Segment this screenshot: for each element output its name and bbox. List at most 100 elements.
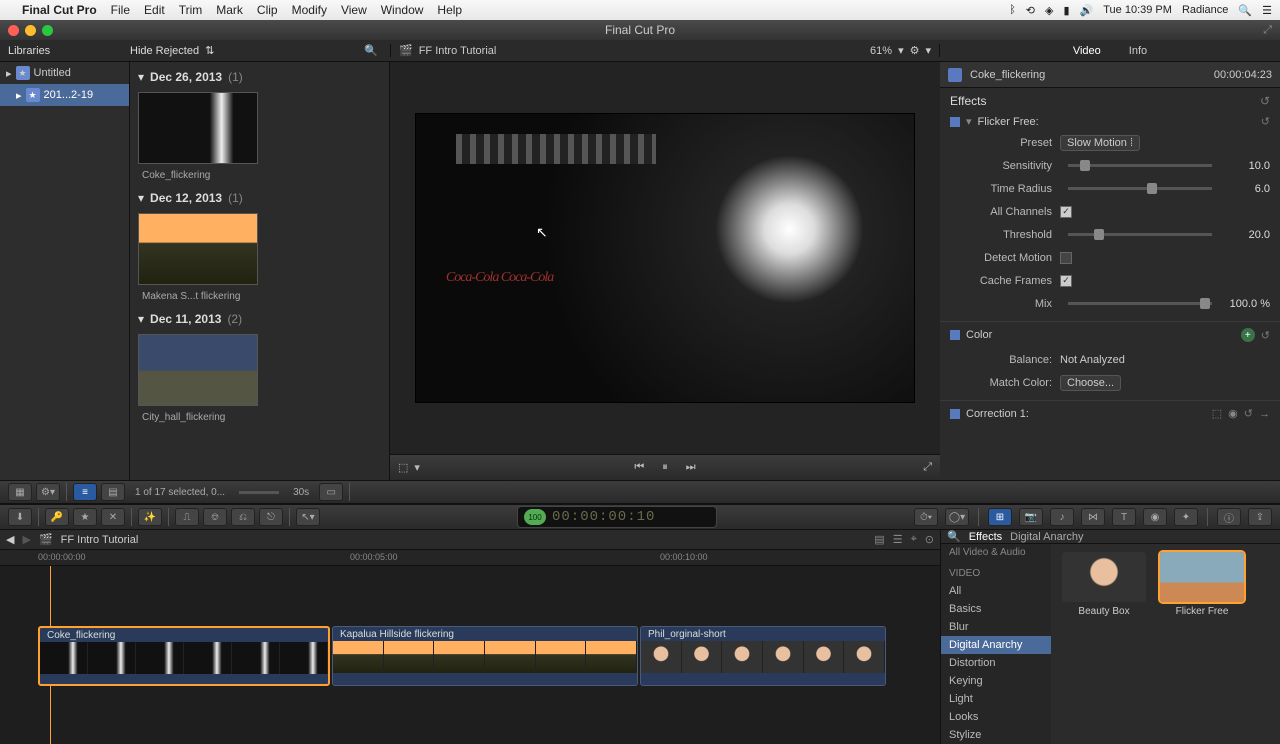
timeline-history-back-icon[interactable]: ◀ <box>6 533 14 546</box>
select-tool-button[interactable]: ↖▾ <box>296 508 320 526</box>
timeline-appearance-icon[interactable]: ☰ <box>893 533 903 546</box>
reset-icon[interactable]: ↺ <box>1244 407 1253 420</box>
filmstrip-view-button[interactable]: ▦ <box>8 483 32 501</box>
transitions-browser-button[interactable]: ⋈ <box>1081 508 1105 526</box>
next-edit-button[interactable]: ⏭ <box>686 461 696 474</box>
disclosure-triangle-icon[interactable]: ▾ <box>966 115 972 128</box>
import-button[interactable]: ⬇ <box>8 508 32 526</box>
effects-category[interactable]: Keying <box>941 672 1051 690</box>
volume-icon[interactable]: 🔊 <box>1080 4 1094 17</box>
timecode-display[interactable]: 100 00:00:00:10 <box>517 506 717 528</box>
connect-clip-button[interactable]: ⎍ <box>175 508 199 526</box>
timeline-clip[interactable]: Kapalua Hillside flickering <box>332 626 638 686</box>
libraries-tab[interactable]: Libraries <box>0 45 130 57</box>
eyedropper-icon[interactable]: ◉ <box>1228 407 1238 420</box>
time-radius-slider[interactable] <box>1068 187 1212 190</box>
effects-category[interactable]: Distortion <box>941 654 1051 672</box>
effect-enable-checkbox[interactable] <box>950 117 960 127</box>
event-item[interactable]: ▸ ★ 201...2-19 <box>0 84 129 106</box>
inspector-tab-video[interactable]: Video <box>1069 43 1105 59</box>
generators-browser-button[interactable]: ◉ <box>1143 508 1167 526</box>
skimming-toggle[interactable]: ▭ <box>319 483 343 501</box>
effects-category[interactable]: Digital Anarchy <box>941 636 1051 654</box>
menu-view[interactable]: View <box>341 3 367 17</box>
reset-icon[interactable]: ↺ <box>1261 115 1270 128</box>
close-window-button[interactable] <box>8 25 19 36</box>
add-correction-button[interactable]: + <box>1241 328 1255 342</box>
match-color-button[interactable]: Choose... <box>1060 375 1121 391</box>
detect-motion-checkbox[interactable] <box>1060 252 1072 264</box>
chevron-down-icon[interactable]: ▾ <box>898 44 904 57</box>
effects-category[interactable]: Looks <box>941 708 1051 726</box>
menu-file[interactable]: File <box>111 3 130 17</box>
correction-enable-checkbox[interactable] <box>950 409 960 419</box>
effects-category[interactable]: Light <box>941 690 1051 708</box>
effect-item[interactable]: Beauty Box <box>1059 552 1149 617</box>
menu-modify[interactable]: Modify <box>292 3 327 17</box>
sensitivity-value[interactable]: 10.0 <box>1220 160 1270 172</box>
threshold-slider[interactable] <box>1068 233 1212 236</box>
disclosure-triangle-icon[interactable]: ▸ <box>16 89 22 102</box>
photos-browser-button[interactable]: 📷 <box>1019 508 1043 526</box>
effects-tab[interactable]: Effects <box>969 531 1002 543</box>
cache-frames-checkbox[interactable]: ✓ <box>1060 275 1072 287</box>
enhance-button[interactable]: ✨ <box>138 508 162 526</box>
reset-icon[interactable]: ↺ <box>1260 94 1270 108</box>
viewer-frame[interactable]: Coca-Cola Coca-Cola ↖ <box>415 113 915 403</box>
viewer-settings-icon[interactable]: ⚙ <box>910 44 920 57</box>
disclosure-triangle-icon[interactable]: ▾ <box>138 70 144 84</box>
effects-browser-button[interactable]: ⊞ <box>988 508 1012 526</box>
reject-button[interactable]: ✕ <box>101 508 125 526</box>
themes-browser-button[interactable]: ✦ <box>1174 508 1198 526</box>
search-icon[interactable]: 🔍 <box>947 530 961 543</box>
retime-button[interactable]: ⏱▾ <box>914 508 938 526</box>
thumbnail-size-slider[interactable] <box>239 491 279 494</box>
go-to-color-board-icon[interactable]: → <box>1259 408 1270 420</box>
zoom-window-button[interactable] <box>42 25 53 36</box>
effects-category[interactable]: Stylize <box>941 726 1051 744</box>
overwrite-clip-button[interactable]: ⎋ <box>259 508 283 526</box>
timeline-clip[interactable]: Coke_flickering <box>38 626 330 686</box>
hide-rejected-dropdown[interactable]: Hide Rejected <box>130 45 199 57</box>
snapping-icon[interactable]: ⌖ <box>911 533 917 546</box>
effect-item[interactable]: Flicker Free <box>1157 552 1247 617</box>
mix-value[interactable]: 100.0 % <box>1220 298 1270 310</box>
timemachine-icon[interactable]: ⟲ <box>1026 4 1035 17</box>
inspector-toggle-button[interactable]: ⓘ <box>1217 508 1241 526</box>
favorite-button[interactable]: ★ <box>73 508 97 526</box>
all-channels-checkbox[interactable]: ✓ <box>1060 206 1072 218</box>
menu-help[interactable]: Help <box>437 3 462 17</box>
clip-thumbnail[interactable] <box>138 92 258 164</box>
app-menu[interactable]: Final Cut Pro <box>22 3 97 17</box>
dashboard-button[interactable]: ◯▾ <box>945 508 969 526</box>
chevron-down-icon[interactable]: ▾ <box>925 44 931 57</box>
clip-date-group[interactable]: ▾Dec 11, 2013 (2) <box>130 308 389 330</box>
disclosure-triangle-icon[interactable]: ▾ <box>138 191 144 205</box>
menu-mark[interactable]: Mark <box>216 3 243 17</box>
clip-date-group[interactable]: ▾Dec 26, 2013 (1) <box>130 66 389 88</box>
preset-dropdown[interactable]: Slow Motion ⁞ <box>1060 135 1140 151</box>
disclosure-triangle-icon[interactable]: ▾ <box>138 312 144 326</box>
mix-slider[interactable] <box>1068 302 1212 305</box>
list-view-button[interactable]: ≡ <box>73 483 97 501</box>
timeline-index-icon[interactable]: ▤ <box>874 533 884 546</box>
user-menu[interactable]: Radiance <box>1182 4 1228 16</box>
bluetooth-icon[interactable]: ᛒ <box>1009 4 1016 16</box>
keyword-button[interactable]: 🔑 <box>45 508 69 526</box>
spotlight-icon[interactable]: 🔍 <box>1238 4 1252 17</box>
clip-thumbnail[interactable] <box>138 334 258 406</box>
menu-trim[interactable]: Trim <box>179 3 203 17</box>
reset-icon[interactable]: ↺ <box>1261 329 1270 342</box>
timeline-ruler[interactable]: 00:00:00:00 00:00:05:00 00:00:10:00 <box>0 550 940 566</box>
notifications-icon[interactable]: ☰ <box>1262 4 1272 17</box>
share-button[interactable]: ⇪ <box>1248 508 1272 526</box>
fullscreen-icon[interactable]: ⤢ <box>1263 24 1272 37</box>
battery-icon[interactable]: ▮ <box>1063 4 1069 17</box>
titles-browser-button[interactable]: T <box>1112 508 1136 526</box>
inspector-tab-info[interactable]: Info <box>1125 43 1151 59</box>
menu-clip[interactable]: Clip <box>257 3 278 17</box>
zoom-level[interactable]: 61% <box>870 45 892 57</box>
chevron-down-icon[interactable]: ▾ <box>414 461 420 474</box>
clip-appearance-button[interactable]: ⚙▾ <box>36 483 60 501</box>
color-enable-checkbox[interactable] <box>950 330 960 340</box>
